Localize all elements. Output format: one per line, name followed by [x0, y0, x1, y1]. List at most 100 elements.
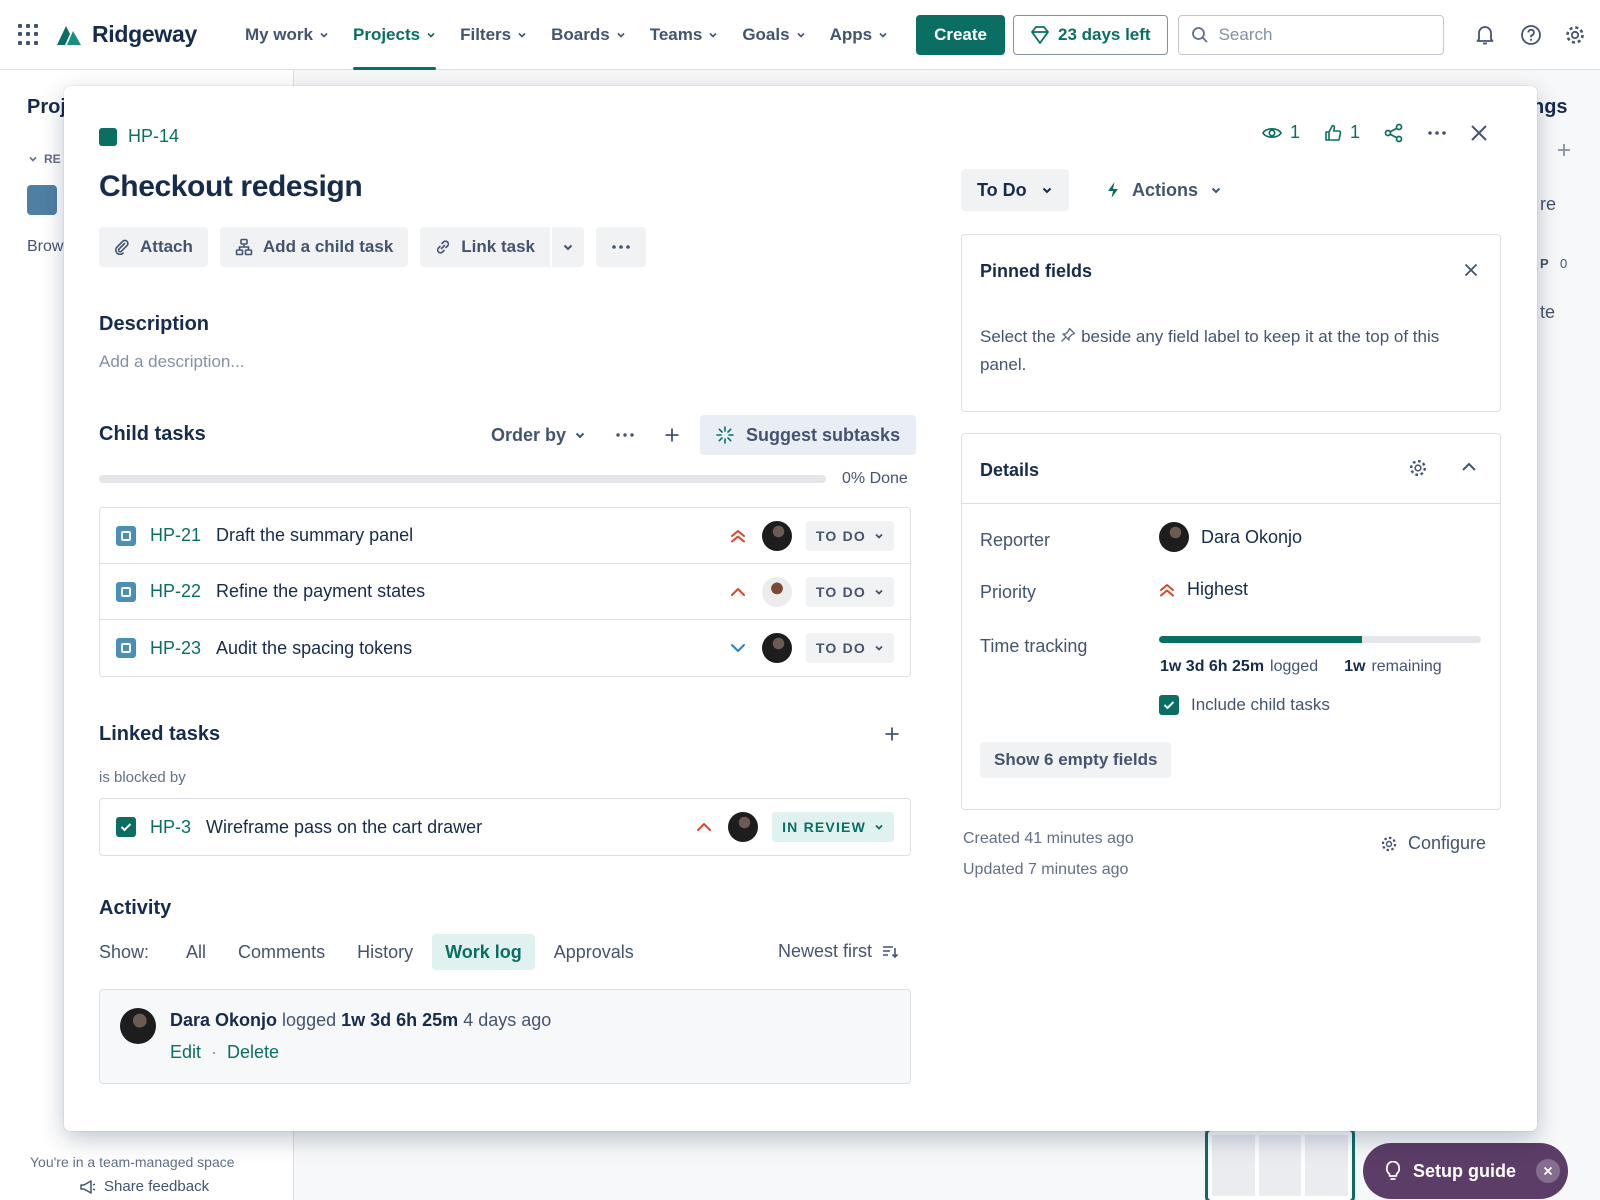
tab-comments[interactable]: Comments: [225, 934, 338, 970]
nav-filters[interactable]: Filters: [448, 0, 539, 70]
vote-button[interactable]: 1: [1324, 122, 1360, 143]
background-text: te: [1540, 302, 1556, 322]
trial-button[interactable]: 23 days left: [1012, 14, 1168, 55]
status-button[interactable]: To Do: [961, 169, 1069, 211]
help-button[interactable]: [1518, 22, 1544, 48]
delete-log-button[interactable]: Delete: [227, 1042, 279, 1063]
order-by-button[interactable]: Order by: [491, 425, 586, 446]
add-child-task-button[interactable]: Add a child task: [219, 227, 409, 267]
nav-teams[interactable]: Teams: [638, 0, 731, 70]
table-row[interactable]: HP-3 Wireframe pass on the cart drawer I…: [100, 799, 910, 855]
nav-boards[interactable]: Boards: [539, 0, 638, 70]
watchers-button[interactable]: 1: [1262, 122, 1300, 143]
log-author[interactable]: Dara Okonjo: [170, 1010, 277, 1030]
task-key[interactable]: HP-22: [150, 581, 201, 602]
priority-value: Highest: [1187, 579, 1249, 599]
lightbulb-icon: [1385, 1161, 1401, 1180]
time-tracking-bar[interactable]: [1159, 636, 1481, 643]
more-icon: [612, 245, 630, 249]
assignee-avatar[interactable]: [761, 576, 792, 607]
collapse-details-button[interactable]: [1460, 458, 1478, 476]
attach-button[interactable]: Attach: [99, 227, 208, 267]
assignee-avatar[interactable]: [728, 812, 759, 842]
author-avatar[interactable]: [120, 1008, 156, 1044]
more-actions-button[interactable]: [595, 227, 646, 267]
separator: ·: [211, 1042, 218, 1062]
task-title[interactable]: Refine the payment states: [216, 581, 728, 602]
assignee-avatar[interactable]: [761, 633, 792, 663]
work-log-entry: Dara Okonjo logged 1w 3d 6h 25m 4 days a…: [99, 989, 911, 1084]
link-task-dropdown[interactable]: [549, 227, 584, 267]
tab-approvals[interactable]: Approvals: [541, 934, 647, 970]
share-button[interactable]: [1384, 123, 1404, 143]
edit-log-button[interactable]: Edit: [170, 1042, 201, 1063]
share-feedback-link[interactable]: Share feedback: [80, 1178, 209, 1195]
issue-more-button[interactable]: [1428, 130, 1446, 135]
actions-button[interactable]: Actions: [1094, 169, 1234, 211]
search-input[interactable]: [1218, 24, 1419, 45]
nav-label: Goals: [742, 24, 790, 44]
priority-field[interactable]: Highest: [1159, 579, 1248, 600]
close-icon: [1464, 263, 1478, 277]
order-by-label: Order by: [491, 424, 567, 445]
issue-title[interactable]: Checkout redesign: [99, 170, 363, 204]
task-key[interactable]: HP-23: [150, 638, 201, 659]
settings-button[interactable]: [1562, 22, 1588, 48]
table-row[interactable]: HP-22 Refine the payment states TO DO: [100, 564, 910, 620]
setup-guide-label: Setup guide: [1413, 1160, 1516, 1181]
status-dropdown[interactable]: IN REVIEW: [772, 812, 894, 842]
child-tasks-more-button[interactable]: [616, 433, 634, 437]
table-row[interactable]: HP-21 Draft the summary panel TO DO: [100, 508, 910, 564]
table-row[interactable]: HP-23 Audit the spacing tokens TO DO: [100, 620, 910, 676]
task-title[interactable]: Wireframe pass on the cart drawer: [206, 817, 694, 838]
status-dropdown[interactable]: TO DO: [805, 576, 894, 607]
close-pinned-fields-button[interactable]: [1464, 263, 1478, 277]
link-task-button[interactable]: Link task: [420, 227, 550, 267]
search-box[interactable]: [1177, 14, 1444, 55]
plus-icon: [885, 727, 899, 741]
description-field[interactable]: Add a description...: [99, 352, 245, 372]
chevron-down-icon: [875, 533, 883, 539]
nav-goals[interactable]: Goals: [730, 0, 817, 70]
project-avatar[interactable]: [27, 185, 57, 215]
app-switcher-icon[interactable]: [18, 23, 40, 46]
board-thumbnail[interactable]: [1205, 1128, 1355, 1200]
nav-apps[interactable]: Apps: [818, 0, 901, 70]
tab-work-log[interactable]: Work log: [432, 934, 535, 970]
task-key[interactable]: HP-21: [150, 525, 201, 546]
sort-order-button[interactable]: Newest first: [778, 941, 899, 962]
notifications-button[interactable]: [1472, 22, 1498, 48]
status-dropdown[interactable]: TO DO: [805, 520, 894, 551]
add-linked-task-button[interactable]: [884, 726, 900, 742]
task-key[interactable]: HP-3: [150, 817, 191, 838]
sidebar-section[interactable]: RE: [28, 152, 61, 166]
configure-button[interactable]: Configure: [1380, 833, 1486, 854]
status-dropdown[interactable]: TO DO: [805, 633, 894, 663]
sidebar-browse[interactable]: Brow: [27, 238, 63, 256]
time-tracking-label: Time tracking: [980, 636, 1088, 656]
background-text: P: [1540, 256, 1549, 271]
show-empty-fields-button[interactable]: Show 6 empty fields: [980, 742, 1172, 778]
details-settings-button[interactable]: [1408, 458, 1428, 478]
nav-my-work[interactable]: My work: [233, 0, 341, 70]
assignee-avatar[interactable]: [761, 520, 792, 551]
brand[interactable]: Ridgeway: [56, 21, 197, 48]
issue-key-breadcrumb[interactable]: HP-14: [99, 126, 179, 147]
chevron-down-icon: [875, 645, 883, 651]
nav-label: Projects: [353, 24, 421, 44]
tab-history[interactable]: History: [344, 934, 426, 970]
nav-projects[interactable]: Projects: [341, 0, 448, 70]
tab-all[interactable]: All: [173, 934, 219, 970]
task-title[interactable]: Draft the summary panel: [216, 525, 728, 546]
add-child-task-plus-button[interactable]: [664, 427, 680, 443]
child-tasks-progress-label: 0% Done: [842, 470, 908, 487]
suggest-subtasks-button[interactable]: Suggest subtasks: [700, 415, 917, 455]
close-setup-guide-button[interactable]: [1536, 1159, 1560, 1183]
reporter-field[interactable]: Dara Okonjo: [1159, 522, 1302, 552]
close-modal-button[interactable]: [1470, 124, 1488, 142]
details-header[interactable]: Details: [962, 434, 1500, 504]
task-title[interactable]: Audit the spacing tokens: [216, 638, 728, 659]
include-child-tasks-checkbox[interactable]: Include child tasks: [1159, 695, 1330, 715]
create-button[interactable]: Create: [916, 14, 1005, 55]
setup-guide-button[interactable]: Setup guide: [1363, 1143, 1568, 1199]
